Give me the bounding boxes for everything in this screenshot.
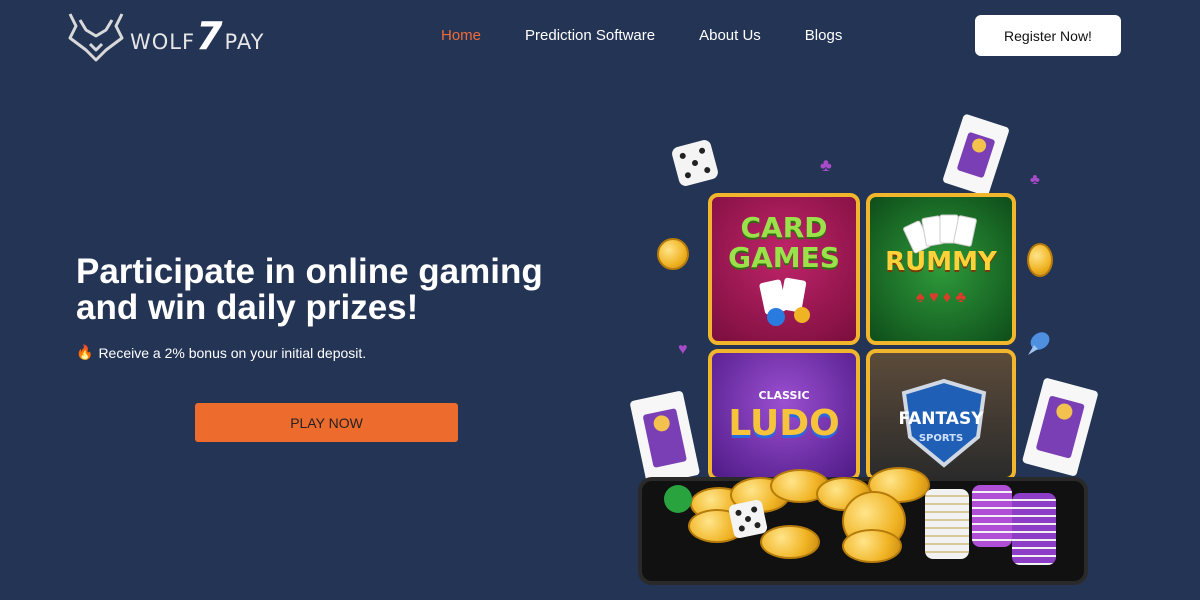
tile-fantasy-sports[interactable]: FANTASY SPORTS bbox=[866, 349, 1016, 481]
tile-rummy-label: RUMMY bbox=[885, 247, 997, 277]
hero-subtitle-text: Receive a 2% bonus on your initial depos… bbox=[98, 344, 367, 361]
poker-chip-stack-icon bbox=[925, 489, 969, 559]
tile-card-games[interactable]: CARD GAMES bbox=[708, 193, 860, 345]
suit-row-icon: ♠ ♥ ♦ ♣ bbox=[916, 289, 966, 306]
rupee-coin-icon bbox=[1027, 243, 1053, 277]
brand-wordmark: WOLF7PAY bbox=[130, 14, 264, 58]
club-suit-icon-small: ♣ bbox=[1030, 171, 1040, 188]
dice-icon bbox=[728, 499, 768, 539]
nav-about-us[interactable]: About Us bbox=[699, 27, 761, 44]
fire-icon: 🔥 bbox=[76, 344, 94, 360]
club-suit-icon: ♣ bbox=[820, 155, 832, 175]
green-chip-icon bbox=[664, 485, 692, 513]
heart-suit-icon: ♥ bbox=[678, 341, 688, 358]
nav-prediction-software[interactable]: Prediction Software bbox=[525, 27, 655, 44]
main-nav: Home Prediction Software About Us Blogs bbox=[441, 27, 886, 44]
wolf-head-icon bbox=[68, 13, 124, 62]
hero-subtitle: 🔥 Receive a 2% bonus on your initial dep… bbox=[76, 344, 366, 361]
nav-blogs[interactable]: Blogs bbox=[805, 27, 843, 44]
poker-chip-stack-icon bbox=[1012, 493, 1056, 565]
dice-icon bbox=[672, 140, 718, 186]
rupee-coin-icon bbox=[760, 525, 820, 559]
hero-illustration: ♣ ♣ ♥ CARD GAMES RUMMY ♠ ♥ ♦ ♣ CLASSIC L… bbox=[620, 105, 1120, 595]
rocket-icon bbox=[1028, 332, 1050, 355]
poker-chip-stack-icon bbox=[972, 485, 1012, 547]
brand-logo[interactable]: WOLF7PAY bbox=[66, 10, 264, 62]
rupee-coin-icon bbox=[842, 529, 902, 563]
tile-card-games-line1: CARD bbox=[740, 211, 828, 244]
king-card-icon bbox=[1022, 378, 1098, 476]
tile-fantasy-line1: FANTASY bbox=[898, 409, 984, 429]
tile-ludo[interactable]: CLASSIC LUDO bbox=[708, 349, 860, 481]
tile-ludo-line2: LUDO bbox=[728, 403, 840, 444]
tile-rummy[interactable]: RUMMY ♠ ♥ ♦ ♣ bbox=[866, 193, 1016, 345]
cards-chips-icon bbox=[759, 277, 810, 326]
tile-card-games-line2: GAMES bbox=[728, 241, 840, 274]
play-now-button[interactable]: PLAY NOW bbox=[195, 403, 458, 442]
nav-home[interactable]: Home bbox=[441, 27, 481, 44]
brand-text-left: WOLF bbox=[130, 30, 196, 54]
tile-fantasy-line2: SPORTS bbox=[918, 433, 964, 444]
hero-title: Participate in online gaming and win dai… bbox=[76, 252, 543, 327]
brand-seven: 7 bbox=[196, 14, 224, 58]
brand-text-right: PAY bbox=[224, 30, 265, 54]
queen-card-icon bbox=[943, 114, 1009, 196]
tile-ludo-line1: CLASSIC bbox=[758, 389, 810, 402]
jack-card-icon bbox=[630, 391, 700, 485]
rupee-coin-icon bbox=[657, 238, 689, 270]
register-button[interactable]: Register Now! bbox=[975, 15, 1121, 56]
